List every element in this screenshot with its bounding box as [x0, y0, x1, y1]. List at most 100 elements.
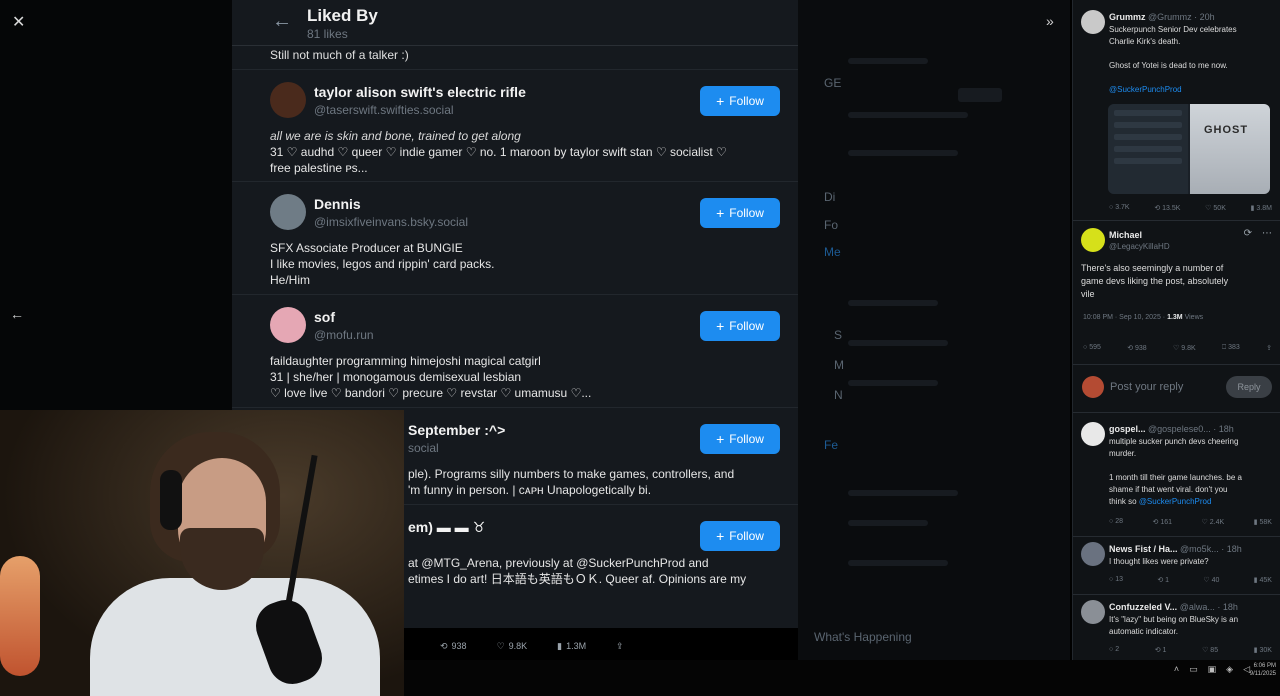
- follow-button[interactable]: + Follow: [700, 424, 780, 454]
- shield-icon[interactable]: ◈: [1226, 664, 1233, 675]
- view-count: 58K: [1259, 519, 1272, 526]
- follow-button[interactable]: + Follow: [700, 521, 780, 551]
- view-stat[interactable]: ▮ 58K: [1254, 518, 1272, 526]
- tweet-author[interactable]: Michael: [1109, 230, 1142, 240]
- user-name[interactable]: sof: [314, 309, 335, 325]
- tray-arrow-icon[interactable]: ˄: [1174, 664, 1179, 675]
- user-handle[interactable]: @mofu.run: [314, 328, 374, 342]
- folder-icon[interactable]: ▣: [1208, 664, 1217, 675]
- placeholder-bar: [848, 300, 938, 306]
- views-action[interactable]: ▮ 1.3M: [557, 636, 586, 656]
- tweet-author[interactable]: Grummz @Grummz · 20h: [1109, 12, 1215, 22]
- reply-stat[interactable]: ○ 2: [1109, 646, 1119, 654]
- bio-line: 31 | she/her | monogamous demisexual les…: [270, 370, 522, 384]
- like-stat[interactable]: ♡ 50K: [1205, 204, 1226, 212]
- reply-input[interactable]: Post your reply: [1110, 381, 1183, 393]
- placeholder-bar: [848, 112, 968, 118]
- reply-stat[interactable]: ○ 28: [1109, 518, 1123, 526]
- like-stat[interactable]: ♡ 9.8K: [1173, 344, 1196, 352]
- avatar[interactable]: [1081, 600, 1105, 624]
- tweet-author[interactable]: News Fist / Ha... @mo5k... · 18h: [1109, 544, 1242, 554]
- view-stat[interactable]: ▮ 3.8M: [1251, 204, 1272, 212]
- text-line: It's "lazy" but being on BlueSky is an: [1109, 615, 1239, 624]
- tweet[interactable]: Michael @LegacyKillaHD ⟳ ⋯ There's also …: [1079, 228, 1274, 364]
- tweet-thread: Grummz @Grummz · 20h Suckerpunch Senior …: [1072, 0, 1280, 660]
- bio-line: ♡ love live ♡ bandori ♡ precure ♡ revsta…: [270, 386, 592, 400]
- share-icon[interactable]: ⇪: [1266, 344, 1272, 352]
- avatar[interactable]: [270, 307, 306, 343]
- avatar[interactable]: [1081, 542, 1105, 566]
- user-row[interactable]: sof @mofu.run + Follow faildaughter progr…: [232, 295, 798, 408]
- mention-link[interactable]: @SuckerPunchProd: [1139, 497, 1212, 506]
- user-bio: faildaughter programming himejoshi magic…: [270, 353, 760, 401]
- bio-line: at @MTG_Arena, previously at @SuckerPunc…: [408, 556, 709, 570]
- tweet-stats: ○ 13 ⟲ 1 ♡ 40 ▮ 45K: [1109, 576, 1272, 584]
- avatar[interactable]: [1081, 10, 1105, 34]
- avatar[interactable]: [270, 82, 306, 118]
- tweet-author[interactable]: Confuzzeled V... @alwa... · 18h: [1109, 602, 1238, 612]
- clock-time: 6:06 PM: [1253, 663, 1276, 669]
- author-handle: @LegacyKillaHD: [1109, 242, 1170, 251]
- like-stat[interactable]: ♡ 85: [1202, 646, 1218, 654]
- share-action[interactable]: ⇪: [616, 636, 624, 656]
- grok-icon[interactable]: ⟳: [1244, 228, 1252, 239]
- close-icon[interactable]: ✕: [12, 12, 25, 32]
- follow-button[interactable]: + Follow: [700, 311, 780, 341]
- user-name[interactable]: taylor alison swift's electric rifle: [314, 84, 526, 100]
- avatar[interactable]: [270, 194, 306, 230]
- view-stat[interactable]: ▮ 45K: [1254, 576, 1272, 584]
- view-stat[interactable]: ▮ 30K: [1254, 646, 1272, 654]
- author-handle: @gospelese0... · 18h: [1148, 424, 1234, 434]
- user-handle[interactable]: social: [408, 441, 439, 455]
- user-name[interactable]: em) ▬ ▬ ♉: [408, 519, 485, 536]
- tweet-text: I thought likes were private?: [1109, 556, 1272, 568]
- tweet[interactable]: News Fist / Ha... @mo5k... · 18h I thoug…: [1079, 542, 1274, 594]
- back-arrow-icon[interactable]: ←: [272, 10, 292, 33]
- like-stat[interactable]: ♡ 40: [1203, 576, 1219, 584]
- user-name[interactable]: September :^>: [408, 422, 505, 438]
- reply-stat[interactable]: ○ 595: [1083, 344, 1101, 352]
- bio-line: 'm funny in person. | ᴄᴀᴘʜ Unapologetica…: [408, 483, 652, 497]
- tweet-author[interactable]: gospel... @gospelese0... · 18h: [1109, 424, 1234, 434]
- mention-link[interactable]: @SuckerPunchProd: [1109, 84, 1272, 96]
- placeholder-bar: [958, 88, 1002, 102]
- user-bio: all we are is skin and bone, trained to …: [270, 128, 760, 176]
- text-line: murder.: [1109, 449, 1137, 458]
- retweet-action[interactable]: ⟲ 938: [440, 636, 467, 656]
- follow-button[interactable]: + Follow: [700, 198, 780, 228]
- user-handle[interactable]: @imsixfiveinvans.bsky.social: [314, 215, 468, 229]
- retweet-stat[interactable]: ⟲ 938: [1127, 344, 1147, 352]
- network-icon[interactable]: ▭: [1189, 664, 1198, 675]
- view-count: 1.3M: [566, 641, 587, 651]
- reply-stat[interactable]: ○ 3.7K: [1109, 204, 1130, 212]
- retweet-stat[interactable]: ⟲ 13.5K: [1154, 204, 1180, 212]
- reply-stat[interactable]: ○ 13: [1109, 576, 1123, 584]
- like-action[interactable]: ♡ 9.8K: [497, 636, 528, 656]
- user-name[interactable]: Dennis: [314, 196, 361, 212]
- previous-arrow-icon[interactable]: ←: [10, 306, 24, 322]
- retweet-stat[interactable]: ⟲ 161: [1153, 518, 1173, 526]
- text-line: think so: [1109, 497, 1137, 506]
- bar-chart-icon: ▮: [557, 640, 563, 651]
- expand-chevron-icon[interactable]: »: [1046, 13, 1054, 29]
- follow-button[interactable]: + Follow: [700, 86, 780, 116]
- like-count: 9.8K: [1181, 345, 1196, 352]
- more-icon[interactable]: ⋯: [1262, 228, 1272, 239]
- retweet-stat[interactable]: ⟲ 1: [1157, 576, 1169, 584]
- user-row[interactable]: taylor alison swift's electric rifle @ta…: [232, 70, 798, 182]
- tweet-image[interactable]: GHOST: [1108, 104, 1270, 194]
- tweet[interactable]: gospel... @gospelese0... · 18h multiple …: [1079, 422, 1274, 536]
- tweet[interactable]: Confuzzeled V... @alwa... · 18h It's "la…: [1079, 600, 1274, 660]
- reply-button[interactable]: Reply: [1226, 376, 1272, 398]
- avatar[interactable]: [1081, 228, 1105, 252]
- reply-composer: Post your reply Reply: [1080, 374, 1272, 402]
- placeholder-row: [1114, 146, 1182, 152]
- user-handle[interactable]: @taserswift.swifties.social: [314, 103, 454, 117]
- like-stat[interactable]: ♡ 2.4K: [1202, 518, 1225, 526]
- bookmark-stat[interactable]: ⎕ 383: [1222, 344, 1240, 352]
- avatar[interactable]: [1081, 422, 1105, 446]
- bio-line: all we are is skin and bone, trained to …: [270, 129, 521, 143]
- user-row[interactable]: Dennis @imsixfiveinvans.bsky.social + Fol…: [232, 182, 798, 295]
- retweet-stat[interactable]: ⟲ 1: [1155, 646, 1167, 654]
- clock[interactable]: 6:06 PM 9/11/2025: [1250, 662, 1276, 678]
